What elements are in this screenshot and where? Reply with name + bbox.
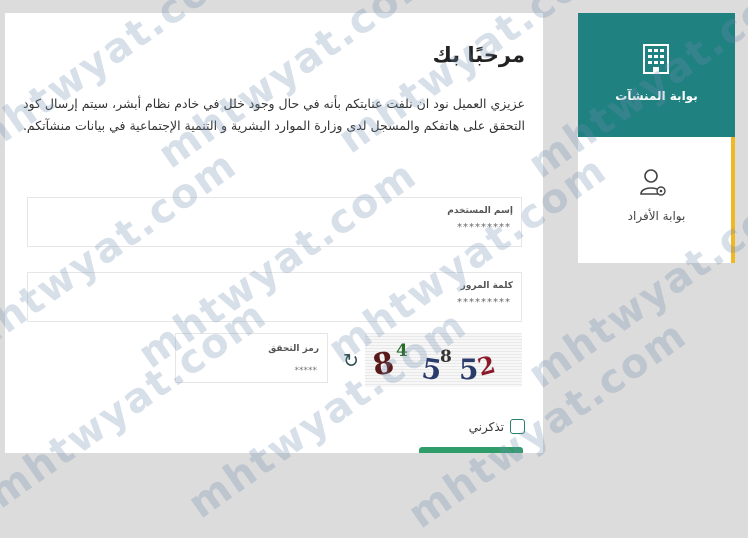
page-title: مرحبًا بك bbox=[432, 43, 525, 67]
tab-active-indicator bbox=[731, 137, 735, 263]
tab-individuals-label: بوابة الأفراد bbox=[627, 209, 686, 223]
captcha-char: 8 bbox=[440, 347, 452, 367]
captcha-char: 4 bbox=[396, 341, 408, 361]
captcha-input[interactable]: ***** bbox=[295, 366, 318, 376]
tab-establishments-label: بوابة المنشآت bbox=[615, 89, 698, 103]
remember-me[interactable]: تذكرني bbox=[469, 419, 525, 434]
portal-sidebar: بوابة المنشآت بوابة الأفراد bbox=[578, 13, 735, 263]
remember-label: تذكرني bbox=[468, 419, 504, 434]
user-settings-icon bbox=[640, 169, 666, 196]
captcha-char: 8 bbox=[370, 345, 397, 384]
password-input[interactable]: ********* bbox=[457, 297, 511, 308]
checkbox-icon[interactable] bbox=[510, 419, 525, 434]
captcha-field[interactable]: رمز التحقق ***** bbox=[175, 333, 328, 383]
password-field[interactable]: كلمة المرور ********* bbox=[27, 272, 522, 322]
captcha-label: رمز التحقق bbox=[268, 344, 319, 354]
captcha-image: 8 4 5 8 5 2 bbox=[365, 333, 522, 387]
username-input[interactable]: ********* bbox=[457, 222, 511, 233]
username-field[interactable]: إسم المستخدم ********* bbox=[27, 197, 522, 247]
username-label: إسم المستخدم bbox=[447, 206, 513, 216]
intro-text: عزيزي العميل نود ان نلفت عنايتكم بأنه في… bbox=[22, 96, 525, 133]
login-button[interactable] bbox=[419, 447, 523, 453]
refresh-icon[interactable]: ↻ bbox=[341, 351, 361, 371]
building-icon bbox=[643, 44, 669, 74]
login-panel: مرحبًا بك عزيزي العميل نود ان نلفت عنايت… bbox=[5, 13, 543, 453]
password-label: كلمة المرور bbox=[460, 281, 513, 291]
tab-individuals[interactable]: بوابة الأفراد bbox=[578, 137, 735, 263]
tab-establishments[interactable]: بوابة المنشآت bbox=[578, 13, 735, 137]
